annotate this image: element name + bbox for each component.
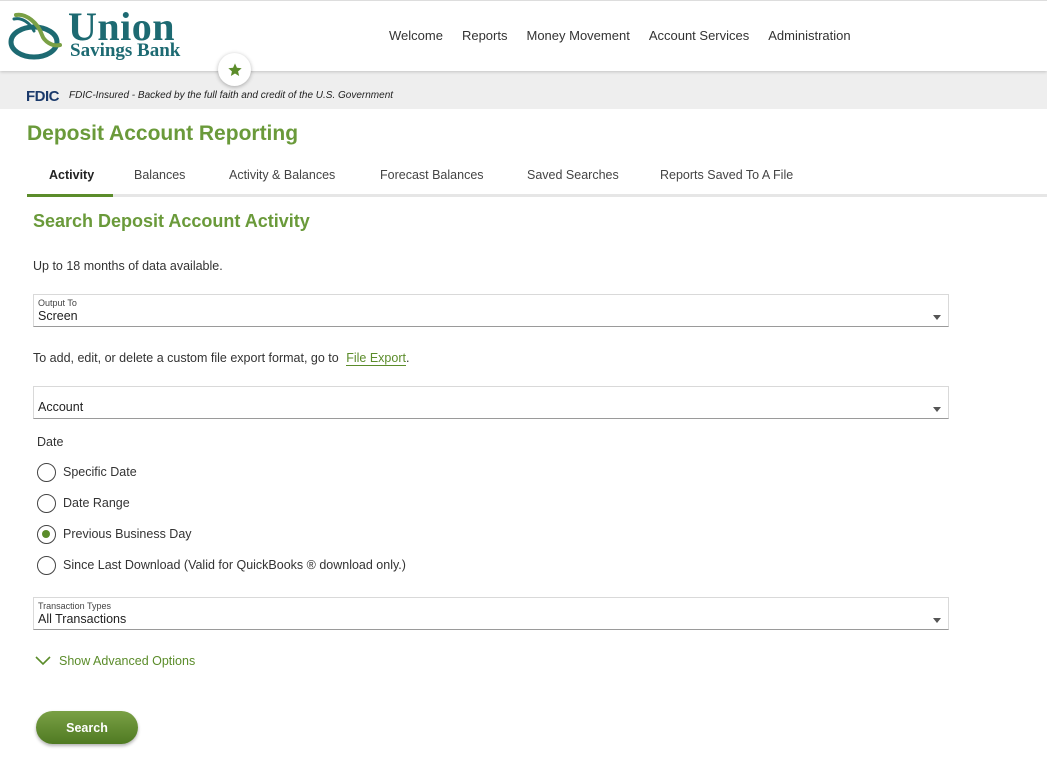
page-title: Deposit Account Reporting — [27, 122, 299, 145]
data-availability-hint: Up to 18 months of data available. — [33, 259, 223, 273]
bank-logo[interactable]: Union Savings Bank — [8, 7, 198, 65]
radio-button[interactable] — [37, 493, 56, 513]
nav-reports[interactable]: Reports — [462, 28, 508, 43]
chevron-down-icon — [933, 407, 941, 412]
nav-welcome[interactable]: Welcome — [389, 28, 443, 43]
logo-savings-text: Savings Bank — [70, 40, 181, 61]
star-icon — [227, 62, 242, 76]
account-placeholder: Account — [38, 400, 84, 414]
radio-specific-date[interactable]: Specific Date — [37, 462, 137, 482]
file-export-suffix: . — [405, 351, 410, 365]
file-export-link[interactable]: File Export — [346, 351, 406, 366]
tab-forecast-balances[interactable]: Forecast Balances — [380, 168, 484, 182]
radio-label: Since Last Download (Valid for QuickBook… — [63, 558, 406, 572]
fdic-text: FDIC-Insured - Backed by the full faith … — [69, 90, 394, 101]
output-to-label: Output To — [38, 298, 77, 308]
radio-button-selected[interactable] — [37, 524, 56, 544]
radio-previous-business-day[interactable]: Previous Business Day — [37, 524, 192, 544]
tab-activity[interactable]: Activity — [49, 168, 94, 182]
fdic-banner: FDIC FDIC-Insured - Backed by the full f… — [0, 71, 1047, 109]
tab-activity-balances[interactable]: Activity & Balances — [229, 168, 335, 182]
radio-button[interactable] — [37, 555, 56, 575]
search-button[interactable]: Search — [36, 711, 138, 744]
output-to-select[interactable]: Output To Screen — [33, 294, 949, 327]
transaction-types-label: Transaction Types — [38, 601, 112, 611]
account-select[interactable]: Account — [33, 386, 949, 419]
radio-since-last-download[interactable]: Since Last Download (Valid for QuickBook… — [37, 555, 406, 575]
main-nav: Welcome Reports Money Movement Account S… — [389, 28, 870, 43]
date-label: Date — [37, 435, 64, 449]
radio-label: Date Range — [63, 496, 130, 510]
chevron-down-icon — [35, 656, 51, 666]
tab-balances[interactable]: Balances — [134, 168, 185, 182]
show-advanced-options-label: Show Advanced Options — [59, 654, 196, 668]
output-to-value: Screen — [38, 309, 78, 323]
file-export-hint-text: To add, edit, or delete a custom file ex… — [33, 351, 339, 365]
section-title: Search Deposit Account Activity — [33, 211, 310, 231]
nav-money-movement[interactable]: Money Movement — [526, 28, 629, 43]
nav-administration[interactable]: Administration — [768, 28, 850, 43]
favorite-button[interactable] — [218, 53, 251, 86]
radio-button[interactable] — [37, 462, 56, 482]
radio-label: Specific Date — [63, 465, 137, 479]
fdic-logo: FDIC — [26, 88, 60, 105]
transaction-types-value: All Transactions — [38, 612, 127, 626]
show-advanced-options-toggle[interactable]: Show Advanced Options — [35, 654, 195, 668]
top-header: Union Savings Bank Welcome Reports Money… — [0, 0, 1047, 71]
transaction-types-select[interactable]: Transaction Types All Transactions — [33, 597, 949, 630]
radio-label: Previous Business Day — [63, 527, 192, 541]
chevron-down-icon — [933, 315, 941, 320]
report-tabs: Activity Balances Activity & Balances Fo… — [27, 157, 1047, 197]
logo-swoosh-icon — [8, 12, 62, 60]
radio-date-range[interactable]: Date Range — [37, 493, 130, 513]
tab-saved-searches[interactable]: Saved Searches — [527, 168, 619, 182]
tab-reports-saved-to-file[interactable]: Reports Saved To A File — [660, 168, 793, 182]
active-tab-indicator — [27, 194, 113, 197]
nav-account-services[interactable]: Account Services — [649, 28, 749, 43]
chevron-down-icon — [933, 618, 941, 623]
file-export-hint: To add, edit, or delete a custom file ex… — [33, 351, 410, 366]
